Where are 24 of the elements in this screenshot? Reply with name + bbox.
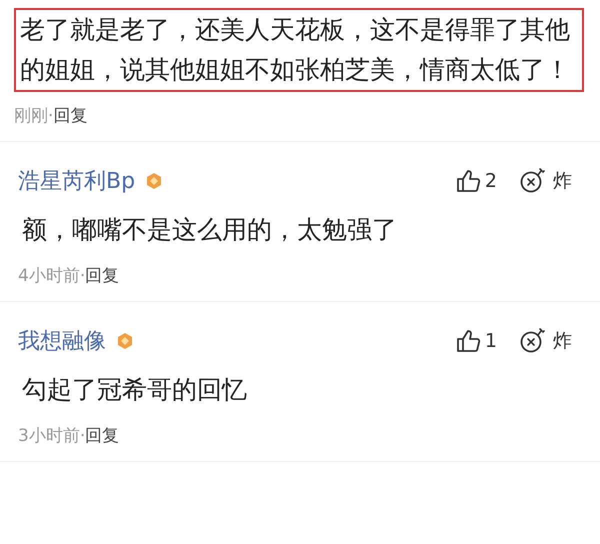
- comment-text: 老了就是老了，还美人天花板，这不是得罪了其他的姐姐，说其他姐姐不如张柏芝美，情商太低了！: [14, 8, 584, 92]
- separator-dot: ·: [48, 106, 54, 126]
- comment-text: 额，嘟嘴不是这么用的，太勉强了: [21, 214, 398, 246]
- badge-icon: [116, 332, 134, 350]
- thumbs-up-icon[interactable]: [454, 168, 481, 194]
- reply-link[interactable]: 回复: [53, 106, 88, 126]
- comment-time: 刚刚: [14, 106, 48, 126]
- bomb-icon[interactable]: [519, 167, 547, 195]
- comment-time: 3小时前: [18, 426, 80, 446]
- reply-link[interactable]: 回复: [85, 266, 120, 286]
- like-count: 2: [484, 170, 497, 192]
- bomb-icon[interactable]: [519, 327, 547, 355]
- like-count: 1: [484, 330, 497, 352]
- separator-dot: ·: [80, 266, 86, 286]
- comment-time: 4小时前: [18, 266, 80, 286]
- reply-link[interactable]: 回复: [85, 426, 120, 446]
- user-name[interactable]: 我想融像: [18, 326, 106, 356]
- bomb-label[interactable]: 炸: [553, 328, 572, 354]
- comment-text: 勾起了冠希哥的回忆: [21, 374, 248, 406]
- badge-icon: [145, 172, 164, 190]
- separator-dot: ·: [80, 426, 86, 446]
- thumbs-up-icon[interactable]: [454, 328, 481, 354]
- bomb-label[interactable]: 炸: [553, 168, 572, 194]
- user-name[interactable]: 浩星芮利Bp: [18, 166, 136, 196]
